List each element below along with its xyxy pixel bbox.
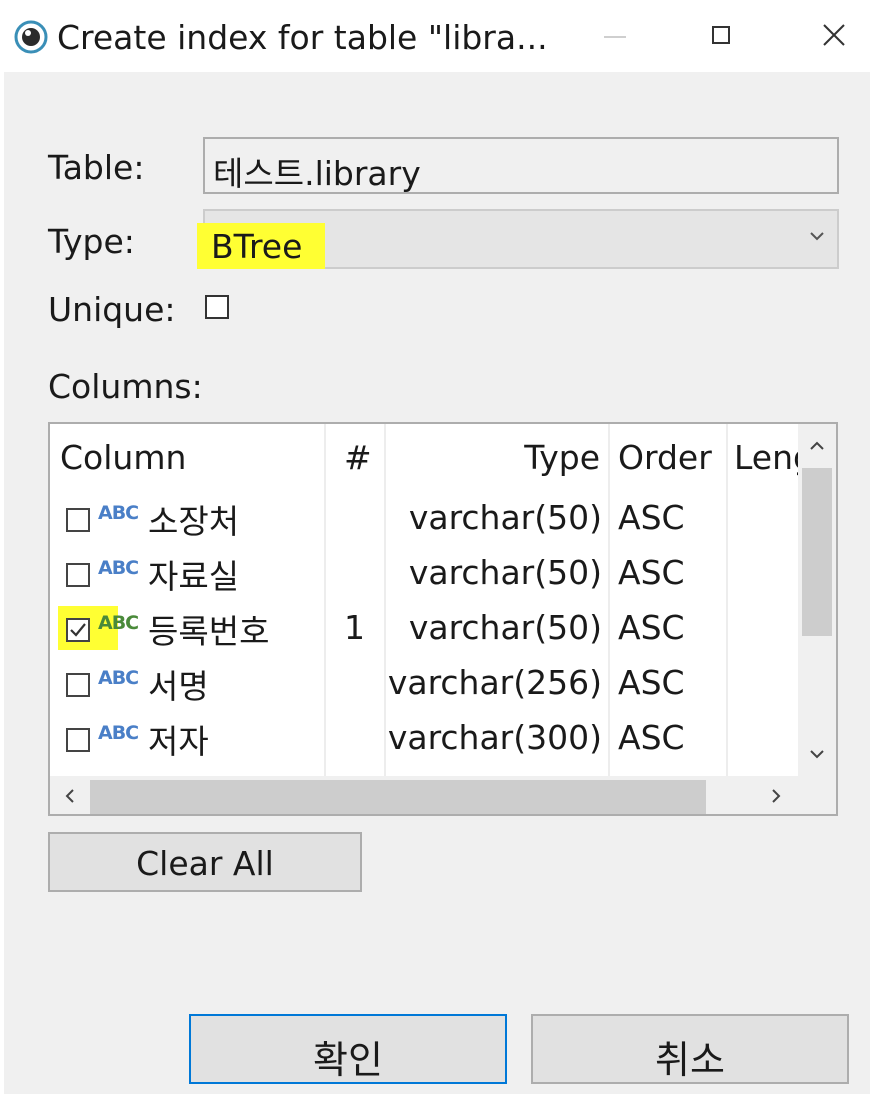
row-checkbox[interactable]: [66, 618, 90, 642]
row-checkbox[interactable]: [66, 508, 90, 532]
column-name: 등록번호: [148, 612, 270, 651]
close-button[interactable]: [806, 10, 866, 62]
abc-type-icon: ABC: [98, 557, 139, 579]
abc-type-icon: ABC: [98, 667, 139, 689]
title-bar: Create index for table "libra...: [0, 0, 874, 72]
unique-label: Unique:: [48, 290, 176, 329]
header-type[interactable]: Type: [524, 438, 600, 477]
columns-table: Column # Type Order Leng ABC 소장처 varchar…: [48, 422, 838, 816]
app-icon: [14, 20, 48, 54]
column-name: 서명: [148, 667, 209, 706]
column-name: 자료실: [148, 557, 240, 596]
vertical-scroll-thumb[interactable]: [802, 468, 832, 636]
table-row[interactable]: ABC 서명 varchar(256) ASC: [50, 653, 798, 708]
scroll-right-icon[interactable]: [764, 784, 788, 808]
column-type: varchar(50): [408, 608, 602, 647]
column-order[interactable]: ASC: [618, 553, 685, 592]
column-order[interactable]: ASC: [618, 718, 685, 757]
type-dropdown[interactable]: BTree: [197, 209, 839, 269]
scroll-up-icon[interactable]: [805, 434, 829, 458]
column-type: varchar(50): [408, 498, 602, 537]
column-order[interactable]: ASC: [618, 663, 685, 702]
column-name: 저자: [148, 722, 209, 761]
row-checkbox[interactable]: [66, 673, 90, 697]
abc-type-icon: ABC: [98, 612, 139, 634]
minimize-button[interactable]: [586, 10, 646, 62]
scroll-down-icon[interactable]: [805, 742, 829, 766]
table-name-field: 테스트.library: [203, 137, 839, 194]
row-checkbox[interactable]: [66, 728, 90, 752]
table-row[interactable]: ABC 등록번호 1 varchar(50) ASC: [50, 598, 798, 653]
window-title: Create index for table "libra...: [57, 18, 548, 57]
header-order[interactable]: Order: [618, 438, 712, 477]
unique-checkbox[interactable]: [205, 295, 229, 319]
scroll-corner: [798, 776, 836, 814]
cancel-button[interactable]: 취소: [531, 1014, 849, 1084]
type-label: Type:: [48, 222, 135, 261]
chevron-down-icon: [810, 232, 824, 241]
header-column[interactable]: Column: [60, 438, 186, 477]
column-type: varchar(50): [408, 553, 602, 592]
column-position: 1: [344, 608, 365, 647]
table-row[interactable]: ABC 자료실 varchar(50) ASC: [50, 543, 798, 598]
column-type: varchar(300): [387, 718, 602, 757]
ok-button[interactable]: 확인: [189, 1014, 507, 1084]
checkmark-icon: [70, 623, 86, 637]
columns-label: Columns:: [48, 367, 203, 406]
abc-type-icon: ABC: [98, 502, 139, 524]
header-number[interactable]: #: [344, 438, 372, 477]
column-order[interactable]: ASC: [618, 608, 685, 647]
abc-type-icon: ABC: [98, 722, 139, 744]
table-row[interactable]: ABC 소장처 varchar(50) ASC: [50, 488, 798, 543]
scroll-left-icon[interactable]: [58, 784, 82, 808]
row-checkbox[interactable]: [66, 563, 90, 587]
table-label: Table:: [48, 148, 145, 187]
table-row[interactable]: ABC 저자 varchar(300) ASC: [50, 708, 798, 763]
horizontal-scroll-thumb[interactable]: [90, 780, 706, 814]
clear-all-button[interactable]: Clear All: [48, 832, 362, 892]
close-icon: [823, 24, 845, 46]
column-order[interactable]: ASC: [618, 498, 685, 537]
maximize-button[interactable]: [694, 10, 754, 62]
column-type: varchar(256): [387, 663, 602, 702]
column-name: 소장처: [148, 502, 240, 541]
type-selected-value: BTree: [197, 223, 325, 269]
